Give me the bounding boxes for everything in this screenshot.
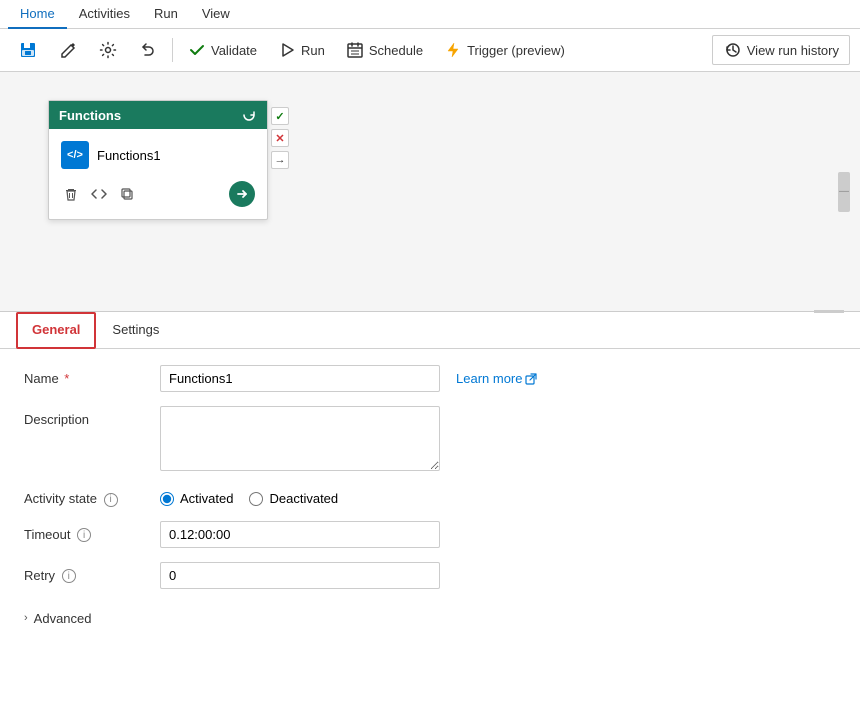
activity-state-info-icon[interactable]: i <box>104 493 118 507</box>
learn-more-link[interactable]: Learn more <box>456 365 537 386</box>
tab-settings[interactable]: Settings <box>96 312 175 349</box>
activity-state-radio-group: Activated Deactivated <box>160 485 338 506</box>
activity-state-label: Activity state i <box>24 485 144 507</box>
menu-run[interactable]: Run <box>142 0 190 29</box>
code-icon[interactable] <box>89 184 109 204</box>
activated-radio-label[interactable]: Activated <box>160 491 233 506</box>
card-arrow-btn[interactable]: → <box>271 151 289 169</box>
external-link-icon <box>525 373 537 385</box>
validate-label: Validate <box>211 43 257 58</box>
resize-handle[interactable] <box>814 310 844 313</box>
name-row: Name * Learn more <box>24 365 836 392</box>
form-area: Name * Learn more Description Activit <box>0 349 860 650</box>
validate-icon <box>187 40 207 60</box>
description-row: Description <box>24 406 836 471</box>
schedule-button[interactable]: Schedule <box>337 36 431 64</box>
toolbar-separator <box>172 38 173 62</box>
card-check-btn[interactable]: ✓ <box>271 107 289 125</box>
run-button[interactable]: Run <box>269 36 333 64</box>
card-close-btn[interactable]: ✕ <box>271 129 289 147</box>
navigate-icon[interactable] <box>229 181 255 207</box>
view-run-history-label: View run history <box>747 43 839 58</box>
advanced-label: Advanced <box>34 611 92 626</box>
save-icon <box>18 40 38 60</box>
delete-icon[interactable] <box>61 184 81 204</box>
run-label: Run <box>301 43 325 58</box>
retry-row: Retry i <box>24 562 836 589</box>
trigger-button[interactable]: Trigger (preview) <box>435 36 573 64</box>
view-run-history-button[interactable]: View run history <box>712 35 850 65</box>
functions-code-icon: </> <box>61 141 89 169</box>
validate-button[interactable]: Validate <box>179 36 265 64</box>
functions-card[interactable]: Functions </> Functions1 <box>48 100 268 220</box>
activity-state-row: Activity state i Activated Deactivated <box>24 485 836 507</box>
history-icon <box>723 40 743 60</box>
timeout-input[interactable] <box>160 521 440 548</box>
retry-info-icon[interactable]: i <box>62 569 76 583</box>
bottom-panel: General Settings Name * Learn more Descr… <box>0 312 860 650</box>
functions-item-label: Functions1 <box>97 148 161 163</box>
timeout-label: Timeout i <box>24 521 144 543</box>
retry-label: Retry i <box>24 562 144 584</box>
card-side-indicators: ✓ ✕ → <box>271 107 289 169</box>
timeout-info-icon[interactable]: i <box>77 528 91 542</box>
advanced-section[interactable]: › Advanced <box>24 603 836 634</box>
schedule-label: Schedule <box>369 43 423 58</box>
run-icon <box>277 40 297 60</box>
undo-icon <box>138 40 158 60</box>
description-input[interactable] <box>160 406 440 471</box>
collapse-handle[interactable]: — <box>838 172 850 212</box>
refresh-icon <box>241 107 257 123</box>
deactivated-radio-label[interactable]: Deactivated <box>249 491 338 506</box>
retry-input[interactable] <box>160 562 440 589</box>
save-button[interactable] <box>10 36 46 64</box>
menu-view[interactable]: View <box>190 0 242 29</box>
name-label: Name * <box>24 365 144 386</box>
chevron-right-icon: › <box>24 612 28 624</box>
menu-bar: Home Activities Run View <box>0 0 860 29</box>
description-label: Description <box>24 406 144 427</box>
gear-icon <box>98 40 118 60</box>
pencil-icon <box>58 40 78 60</box>
func-actions <box>59 177 257 211</box>
timeout-row: Timeout i <box>24 521 836 548</box>
trigger-icon <box>443 40 463 60</box>
settings-button[interactable] <box>90 36 126 64</box>
canvas-area: Functions </> Functions1 <box>0 72 860 312</box>
deactivated-radio[interactable] <box>249 492 263 506</box>
undo-button[interactable] <box>130 36 166 64</box>
tab-bar: General Settings <box>0 312 860 349</box>
edit-button[interactable] <box>50 36 86 64</box>
menu-home[interactable]: Home <box>8 0 67 29</box>
name-input[interactable] <box>160 365 440 392</box>
trigger-label: Trigger (preview) <box>467 43 565 58</box>
activated-radio[interactable] <box>160 492 174 506</box>
copy-icon[interactable] <box>117 184 137 204</box>
menu-activities[interactable]: Activities <box>67 0 142 29</box>
functions-card-header: Functions <box>49 101 267 129</box>
tab-general[interactable]: General <box>16 312 96 349</box>
toolbar: Validate Run Schedule Trig <box>0 29 860 72</box>
functions-card-body: </> Functions1 <box>49 129 267 219</box>
required-star: * <box>61 371 70 386</box>
schedule-icon <box>345 40 365 60</box>
functions-item[interactable]: </> Functions1 <box>59 137 257 173</box>
functions-card-title: Functions <box>59 108 121 123</box>
